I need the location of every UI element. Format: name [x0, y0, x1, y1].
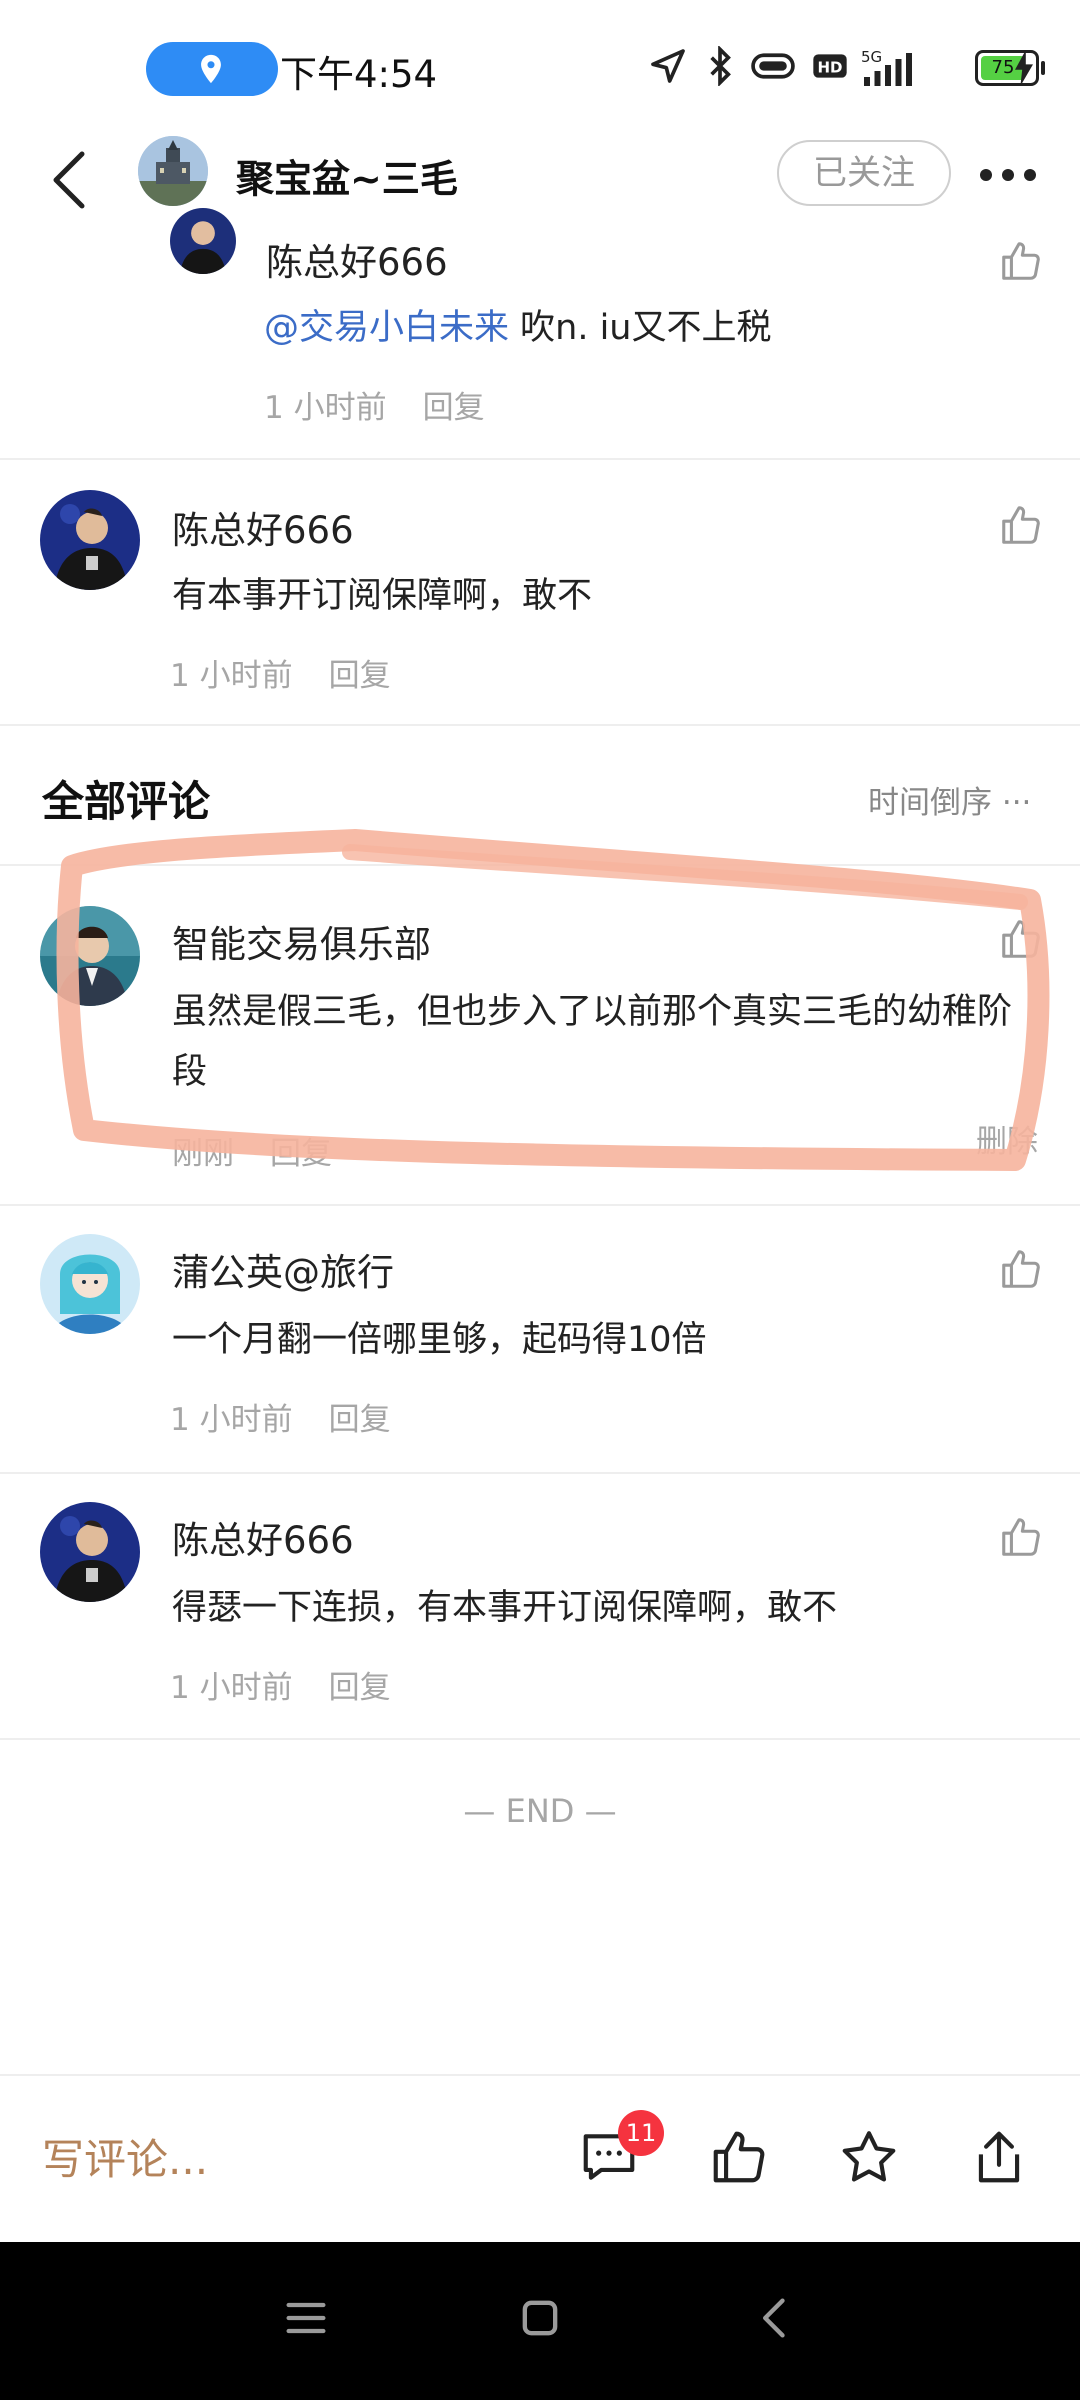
share-icon[interactable] — [968, 2126, 1030, 2188]
comment-time: 刚刚 — [172, 1136, 234, 1172]
sort-order-button[interactable]: 时间倒序 ··· — [868, 777, 1031, 822]
comment-meta: 刚刚 回复 — [172, 1128, 332, 1173]
comment-count-badge: 11 — [618, 2110, 664, 2156]
home-square-icon[interactable] — [514, 2292, 566, 2344]
reply-item: 陈总好666 有本事开订阅保障啊，敢不 1 小时前 回复 — [0, 460, 1080, 724]
star-icon[interactable] — [838, 2126, 900, 2188]
comment-meta: 1 小时前 回复 — [264, 382, 485, 427]
comment-username[interactable]: 陈总好666 — [172, 1510, 354, 1564]
comment-text: 有本事开订阅保障啊，敢不 — [172, 576, 593, 616]
dot-icon — [1024, 169, 1036, 181]
comment-item: 蒲公英@旅行 一个月翻一倍哪里够，起码得10倍 1 小时前 回复 — [0, 1206, 1080, 1472]
comment-time: 1 小时前 — [264, 390, 387, 426]
reply-button[interactable]: 回复 — [329, 658, 391, 694]
comment-meta: 1 小时前 回复 — [170, 650, 391, 695]
comment-time: 1 小时前 — [170, 658, 293, 694]
end-marker: — END — — [463, 1792, 617, 1830]
status-bar: 下午4:54 HD 5G 75 — [0, 0, 1080, 130]
user-avatar-image — [40, 1234, 140, 1334]
comment-username[interactable]: 陈总好666 — [172, 500, 354, 554]
comment-meta: 1 小时前 回复 — [170, 1394, 391, 1439]
building-avatar-image — [138, 136, 208, 206]
divider — [0, 724, 1080, 726]
menu-icon[interactable] — [280, 2292, 332, 2344]
status-time: 下午4:54 — [280, 53, 438, 96]
system-nav-bar — [0, 2242, 1080, 2400]
reply-item: 陈总好666 @交易小白未来 吹n. iu又不上税 1 小时前 回复 — [0, 208, 1080, 460]
author-avatar[interactable] — [138, 136, 208, 206]
chevron-left-icon — [53, 151, 85, 209]
comment-time: 1 小时前 — [170, 1670, 293, 1706]
follow-button[interactable]: 已关注 — [777, 140, 951, 206]
location-indicator[interactable] — [146, 42, 278, 96]
user-avatar-image — [40, 1502, 140, 1602]
comment-text: 虽然是假三毛，但也步入了以前那个真实三毛的幼稚阶段 — [172, 992, 1013, 1092]
user-avatar[interactable] — [40, 906, 140, 1006]
comment-username[interactable]: 陈总好666 — [266, 232, 448, 286]
thumbs-up-icon[interactable] — [998, 238, 1044, 284]
user-avatar-image — [40, 490, 140, 590]
write-comment-input[interactable]: 写评论... — [42, 2126, 208, 2187]
comment-body: 吹n. iu又不上税 — [509, 308, 772, 348]
top-header: 聚宝盆~三毛 已关注 — [0, 130, 1080, 230]
mention-link[interactable]: @交易小白未来 — [264, 308, 509, 348]
divider — [0, 1738, 1080, 1740]
comment-text: 一个月翻一倍哪里够，起码得10倍 — [172, 1320, 707, 1360]
user-avatar[interactable] — [40, 490, 140, 590]
bottom-action-bar: 写评论... 11 — [0, 2074, 1080, 2242]
back-arrow-icon[interactable] — [750, 2292, 802, 2344]
comment-item: 陈总好666 得瑟一下连损，有本事开订阅保障啊，敢不 1 小时前 回复 — [0, 1474, 1080, 1740]
signal-5g-icon: 5G — [861, 48, 912, 86]
reply-button[interactable]: 回复 — [423, 390, 485, 426]
hd-icon: HD — [813, 54, 847, 78]
page-title: 聚宝盆~三毛 — [236, 157, 458, 201]
user-avatar[interactable] — [170, 208, 236, 274]
battery-nub — [1041, 61, 1045, 75]
location-pin-icon — [201, 54, 221, 84]
reply-button[interactable]: 回复 — [329, 1402, 391, 1438]
user-avatar-image — [170, 208, 236, 274]
svg-text:HD: HD — [817, 59, 842, 77]
thumbs-up-icon[interactable] — [998, 502, 1044, 548]
bluetooth-icon — [710, 46, 731, 86]
comment-text: 得瑟一下连损，有本事开订阅保障啊，敢不 — [172, 1588, 838, 1628]
comment-username[interactable]: 蒲公英@旅行 — [172, 1242, 394, 1296]
dot-icon — [980, 169, 992, 181]
reply-button[interactable]: 回复 — [329, 1670, 391, 1706]
more-options-button[interactable] — [980, 166, 1044, 186]
thumbs-up-icon[interactable] — [708, 2126, 770, 2188]
user-avatar[interactable] — [40, 1502, 140, 1602]
navigation-arrow-icon — [651, 49, 685, 83]
reply-button[interactable]: 回复 — [270, 1136, 332, 1172]
back-button[interactable] — [44, 142, 104, 218]
charging-icon — [1015, 50, 1033, 86]
dot-icon — [1002, 169, 1014, 181]
all-comments-title: 全部评论 — [42, 777, 211, 826]
toggle-icon — [751, 53, 795, 79]
comment-text: @交易小白未来 吹n. iu又不上税 — [264, 298, 1080, 358]
svg-text:5G: 5G — [861, 48, 882, 66]
delete-button[interactable]: 删除 — [976, 1116, 1038, 1161]
comment-item: 智能交易俱乐部 虽然是假三毛，但也步入了以前那个真实三毛的幼稚阶段 刚刚 回复 删… — [0, 866, 1080, 1206]
status-icons: HD 5G 75 — [640, 46, 1045, 90]
comment-username[interactable]: 智能交易俱乐部 — [172, 914, 431, 968]
thumbs-up-icon[interactable] — [998, 1246, 1044, 1292]
user-avatar-image — [40, 906, 140, 1006]
user-avatar[interactable] — [40, 1234, 140, 1334]
comment-time: 1 小时前 — [170, 1402, 293, 1438]
comment-meta: 1 小时前 回复 — [170, 1662, 391, 1707]
thumbs-up-icon[interactable] — [998, 1514, 1044, 1560]
thumbs-up-icon[interactable] — [998, 916, 1044, 962]
